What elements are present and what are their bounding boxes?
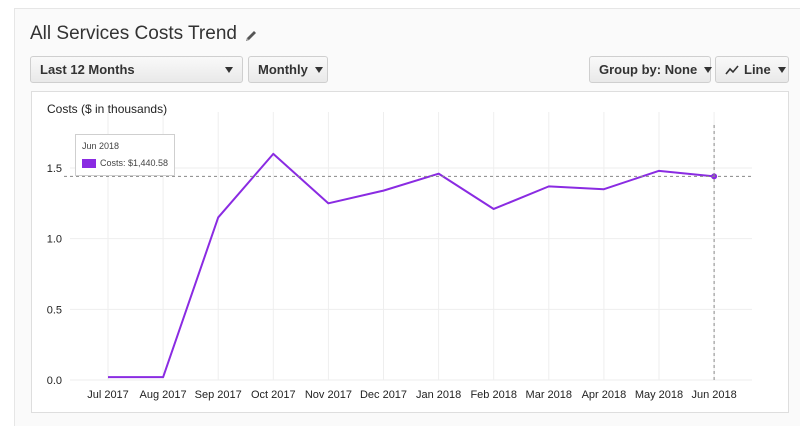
x-tick-label: Aug 2017 — [140, 389, 187, 401]
x-tick-label: Sep 2017 — [195, 389, 242, 401]
chart-tooltip: Jun 2018 Costs: $1,440.58 — [75, 134, 175, 176]
y-tick-label: 1.5 — [47, 163, 62, 175]
tooltip-date: Jun 2018 — [82, 141, 120, 151]
y-tick-label: 0.5 — [47, 304, 62, 316]
x-tick-label: Oct 2017 — [251, 389, 296, 401]
x-tick-label: Apr 2018 — [582, 389, 627, 401]
series-line-costs — [108, 152, 715, 379]
x-tick-label: Jan 2018 — [416, 389, 461, 401]
x-tick-label: Feb 2018 — [470, 389, 516, 401]
y-tick-label: 0.0 — [47, 375, 62, 387]
x-tick-label: May 2018 — [635, 389, 683, 401]
x-tick-label: Mar 2018 — [526, 389, 572, 401]
x-tick-label: Jun 2018 — [691, 389, 736, 401]
x-tick-label: Nov 2017 — [305, 389, 352, 401]
legend-swatch — [82, 158, 96, 168]
x-tick-label: Jul 2017 — [87, 389, 129, 401]
tooltip-value: Costs: $1,440.58 — [99, 158, 168, 168]
y-tick-label: 1.0 — [47, 234, 62, 246]
x-tick-label: Dec 2017 — [360, 389, 407, 401]
cost-line-chart[interactable]: 0.0 0.5 1.0 1.5 Jul 2017 Aug 2017 Sep 2017 Oct … — [0, 0, 800, 425]
